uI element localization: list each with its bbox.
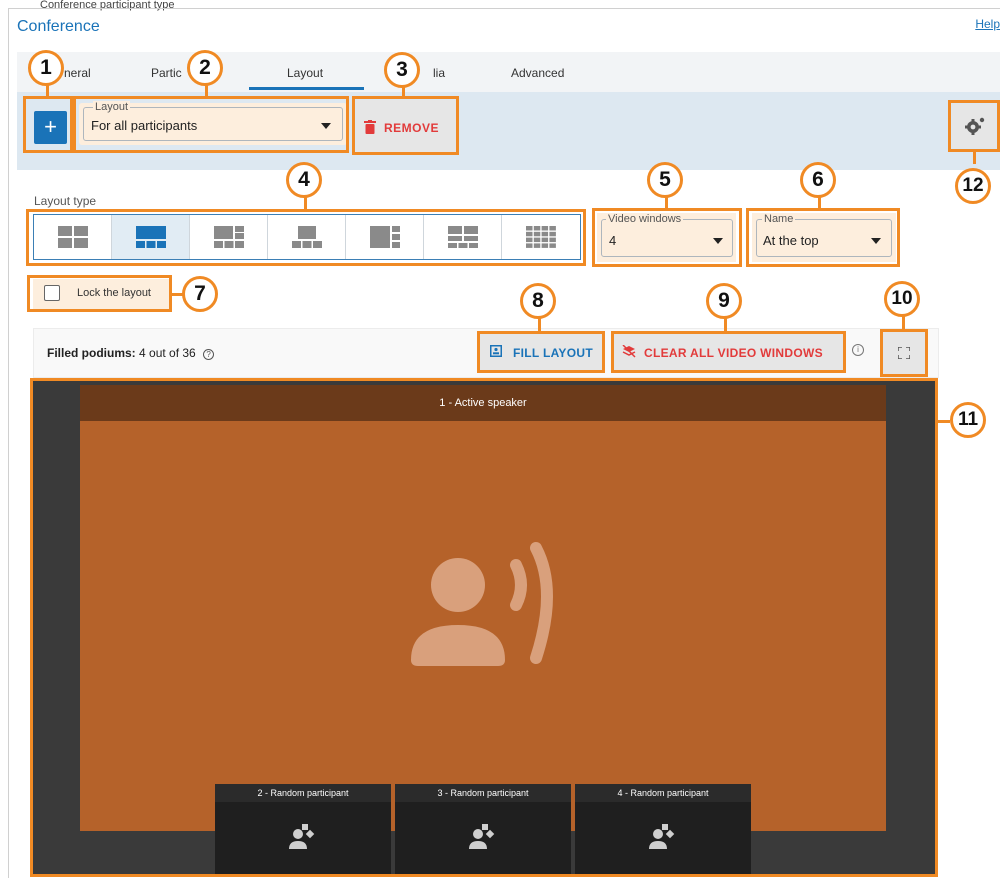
connector-10 bbox=[902, 315, 905, 331]
highlight-frame-10 bbox=[880, 329, 928, 377]
page-title: Conference bbox=[17, 18, 100, 35]
connector-5 bbox=[665, 196, 668, 210]
highlight-frame-3 bbox=[352, 96, 459, 155]
annotation-marker-1: 1 bbox=[28, 50, 64, 86]
layout-type-label: Layout type bbox=[34, 194, 97, 208]
tab-media[interactable]: lia bbox=[433, 66, 445, 80]
connector-11 bbox=[936, 420, 950, 423]
highlight-frame-8 bbox=[477, 331, 605, 373]
annotation-marker-7: 7 bbox=[182, 276, 218, 312]
highlight-frame-11 bbox=[30, 378, 938, 877]
help-link[interactable]: Help bbox=[975, 17, 1000, 31]
connector-1 bbox=[46, 84, 49, 98]
annotation-marker-4: 4 bbox=[286, 162, 322, 198]
annotation-marker-8: 8 bbox=[520, 283, 556, 319]
annotation-marker-5: 5 bbox=[647, 162, 683, 198]
filled-podiums-value: 4 out of 36 bbox=[139, 346, 196, 360]
connector-2 bbox=[205, 84, 208, 98]
filled-podiums: Filled podiums: 4 out of 36 ? bbox=[47, 346, 215, 360]
active-tab-indicator bbox=[249, 87, 364, 90]
connector-8 bbox=[538, 317, 541, 333]
info-icon[interactable]: i bbox=[852, 344, 864, 356]
annotation-marker-10: 10 bbox=[884, 281, 920, 317]
connector-6 bbox=[818, 196, 821, 210]
tab-participants[interactable]: Partic bbox=[151, 66, 182, 80]
highlight-frame-1 bbox=[23, 96, 73, 153]
connector-4 bbox=[304, 196, 307, 210]
annotation-marker-9: 9 bbox=[706, 283, 742, 319]
annotation-marker-3: 3 bbox=[384, 52, 420, 88]
connector-12 bbox=[973, 150, 976, 164]
annotation-marker-2: 2 bbox=[187, 50, 223, 86]
highlight-frame-12 bbox=[948, 100, 1000, 152]
tab-general[interactable]: neral bbox=[64, 66, 91, 80]
highlight-frame-6 bbox=[746, 208, 900, 267]
annotation-marker-12: 12 bbox=[955, 168, 991, 204]
help-icon[interactable]: ? bbox=[203, 349, 215, 360]
highlight-frame-2 bbox=[73, 96, 349, 153]
annotation-marker-6: 6 bbox=[800, 162, 836, 198]
tab-layout[interactable]: Layout bbox=[287, 66, 323, 80]
highlight-frame-7 bbox=[27, 275, 172, 312]
filled-podiums-label: Filled podiums: bbox=[47, 346, 136, 360]
highlight-frame-9 bbox=[611, 331, 846, 373]
connector-9 bbox=[724, 317, 727, 333]
highlight-frame-5 bbox=[592, 208, 742, 267]
annotation-marker-11: 11 bbox=[950, 402, 986, 438]
highlight-frame-4 bbox=[26, 209, 586, 266]
tab-advanced[interactable]: Advanced bbox=[511, 66, 564, 80]
